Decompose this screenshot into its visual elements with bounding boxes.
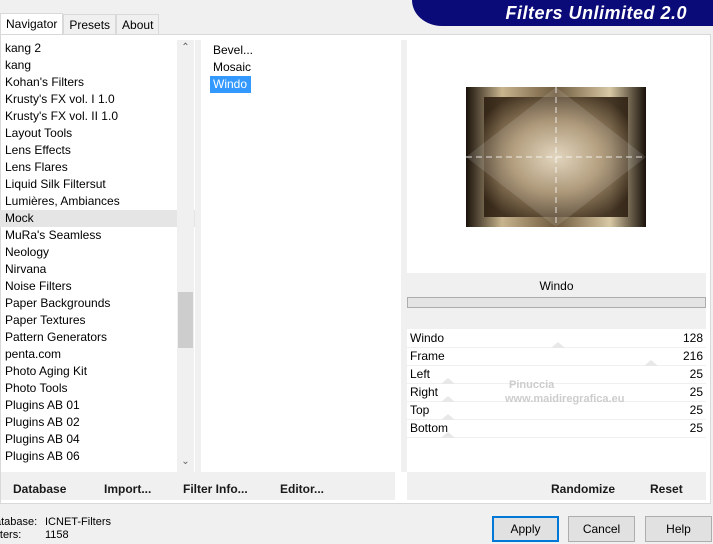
database-button[interactable]: Database <box>13 482 66 496</box>
param-value: 25 <box>689 367 703 381</box>
param-value: 25 <box>689 403 703 417</box>
category-item[interactable]: Mock <box>0 210 195 227</box>
category-scrollbar[interactable]: ⌃ ⌄ <box>177 40 194 472</box>
scroll-down-icon[interactable]: ⌄ <box>177 456 194 467</box>
scroll-up-icon[interactable]: ⌃ <box>177 42 194 53</box>
param-value: 25 <box>689 421 703 435</box>
category-item[interactable]: Layout Tools <box>0 125 195 142</box>
category-item[interactable]: Plugins AB 02 <box>0 414 195 431</box>
scrollbar-thumb[interactable] <box>178 292 193 348</box>
divider <box>195 40 201 472</box>
category-item[interactable]: Neology <box>0 244 195 261</box>
category-item[interactable]: Plugins AB 04 <box>0 431 195 448</box>
category-item[interactable]: Krusty's FX vol. I 1.0 <box>0 91 195 108</box>
reset-button[interactable]: Reset <box>650 482 683 496</box>
param-label: Windo <box>410 331 445 345</box>
category-item[interactable]: Paper Textures <box>0 312 195 329</box>
slider-windo[interactable]: Windo 128 <box>407 330 706 348</box>
category-item[interactable]: Plugins AB 01 <box>0 397 195 414</box>
filter-control-header: Windo <box>407 273 706 329</box>
filter-item[interactable]: Mosaic <box>210 59 251 76</box>
filter-count: 1158 <box>45 529 69 541</box>
tab-navigator[interactable]: Navigator <box>0 13 64 34</box>
param-label: Right <box>410 385 439 399</box>
category-item[interactable]: Lens Effects <box>0 142 195 159</box>
navigator-button-bar: Database Import... Filter Info... Editor… <box>1 472 395 500</box>
randomize-button[interactable]: Randomize <box>551 482 615 496</box>
category-item[interactable]: Lens Flares <box>0 159 195 176</box>
tab-about[interactable]: About <box>116 14 160 34</box>
category-list[interactable]: kang 2 kang Kohan's Filters Krusty's FX vol… <box>0 40 195 472</box>
category-item[interactable]: Photo Aging Kit <box>0 363 195 380</box>
filter-list[interactable]: Bevel... Mosaic Windo <box>210 42 400 93</box>
category-item[interactable]: Krusty's FX vol. II 1.0 <box>0 108 195 125</box>
watermark: Pinuccia www.maidiregrafica.eu <box>505 379 625 405</box>
param-label: Left <box>410 367 431 381</box>
category-item[interactable]: Kohan's Filters <box>0 74 195 91</box>
status-info: atabase:ICNET-Filters ilters:1158 <box>0 516 111 541</box>
category-item[interactable]: Nirvana <box>0 261 195 278</box>
param-value: 216 <box>682 349 703 363</box>
category-item[interactable]: Liquid Silk Filtersut <box>0 176 195 193</box>
banner-title: Filters Unlimited 2.0 <box>505 3 687 23</box>
category-item[interactable]: Paper Backgrounds <box>0 295 195 312</box>
category-item[interactable]: kang <box>0 57 195 74</box>
category-item[interactable]: Pattern Generators <box>0 329 195 346</box>
tab-bar: Navigator Presets About <box>0 13 160 34</box>
import-button[interactable]: Import... <box>104 482 151 496</box>
category-item[interactable]: Lumières, Ambiances <box>0 193 195 210</box>
param-value: 128 <box>682 331 703 345</box>
database-name: ICNET-Filters <box>45 516 111 528</box>
filters-unlimited-banner: Filters Unlimited 2.0 <box>412 0 713 26</box>
param-label: Top <box>410 403 430 417</box>
category-item[interactable]: Noise Filters <box>0 278 195 295</box>
control-button-bar: Randomize Reset <box>407 472 706 500</box>
slider-bottom[interactable]: Bottom 25 <box>407 420 706 438</box>
control-title: Windo <box>539 279 574 293</box>
editor-button[interactable]: Editor... <box>280 482 324 496</box>
category-item[interactable]: kang 2 <box>0 40 195 57</box>
apply-button[interactable]: Apply <box>492 516 559 542</box>
param-label: Frame <box>410 349 445 363</box>
filter-item[interactable]: Bevel... <box>210 42 253 59</box>
category-item[interactable]: Plugins AB 06 <box>0 448 195 465</box>
filter-info-button[interactable]: Filter Info... <box>183 482 248 496</box>
filter-item[interactable]: Windo <box>210 76 252 93</box>
category-item[interactable]: Photo Tools <box>0 380 195 397</box>
param-value: 25 <box>689 385 703 399</box>
help-button[interactable]: Help <box>645 516 712 542</box>
control-bar <box>407 297 706 308</box>
category-item[interactable]: MuRa's Seamless <box>0 227 195 244</box>
preview-image <box>466 87 646 227</box>
slider-thumb-icon[interactable] <box>441 432 456 438</box>
tab-presets[interactable]: Presets <box>63 14 117 34</box>
category-item[interactable]: penta.com <box>0 346 195 363</box>
cancel-button[interactable]: Cancel <box>568 516 635 542</box>
slider-frame[interactable]: Frame 216 <box>407 348 706 366</box>
